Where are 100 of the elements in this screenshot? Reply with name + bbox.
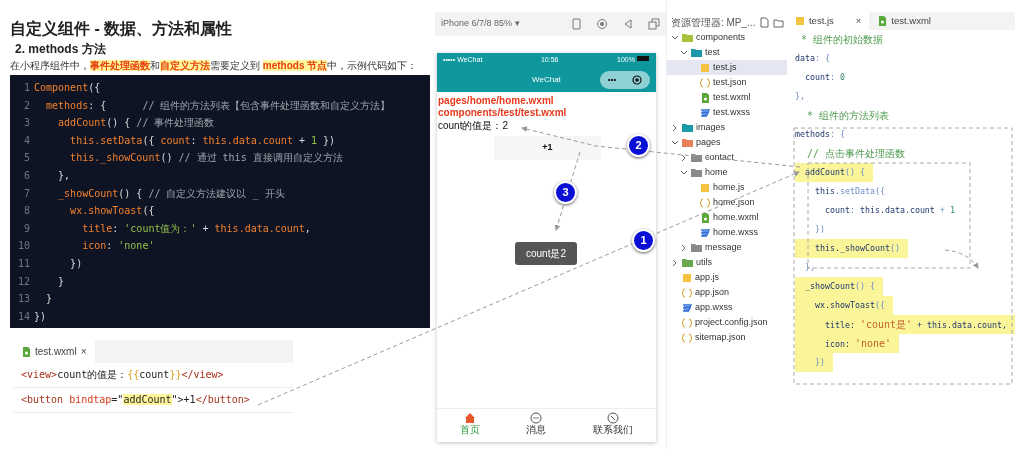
code-line: methods: { <box>795 128 845 141</box>
json-file-icon <box>699 197 710 208</box>
tree-item[interactable]: app.js <box>666 270 787 285</box>
code-line: this._showCount() // 通过 this 直接调用自定义方法 <box>69 151 343 166</box>
folder-icon <box>690 152 702 163</box>
phone-icon <box>570 18 582 30</box>
tree-item[interactable]: images <box>666 120 787 135</box>
tree-item[interactable]: project.config.json <box>666 315 787 330</box>
code-line: icon: 'none' <box>81 239 155 254</box>
code-line: this.setData({ <box>813 185 885 198</box>
code-line: }) <box>69 256 83 271</box>
tree-item[interactable]: sitemap.json <box>666 330 787 345</box>
close-icon[interactable]: × <box>80 344 87 360</box>
code-line: } <box>57 274 65 289</box>
line-number: 12 <box>16 274 31 289</box>
js-file-icon <box>795 16 805 26</box>
folder-icon <box>681 122 693 133</box>
window-icon <box>647 18 660 30</box>
js-file-icon <box>699 62 710 73</box>
tree-item[interactable]: home.wxml <box>666 210 787 225</box>
code-line: }, <box>795 90 805 103</box>
line-number: 5 <box>22 151 31 166</box>
increment-button[interactable]: +1 <box>493 135 601 160</box>
line-number: 10 <box>16 239 31 254</box>
code-line: <button bindtap="addCount">+1</button> <box>13 388 293 414</box>
home-icon <box>464 412 477 424</box>
tab-bar-item[interactable]: 联系我们 <box>586 409 639 442</box>
code-line: wx.showToast({ <box>69 204 155 219</box>
line-number: 6 <box>22 168 31 183</box>
code-line: data: { <box>795 52 830 65</box>
code-line: this.setData({ count: this.data.count + 1 }) <box>69 133 336 148</box>
tree-item[interactable]: components <box>666 30 787 45</box>
phone-icon <box>606 412 619 424</box>
code-line: title: 'count值为：' + this.data.count, <box>81 221 311 236</box>
code-line: methods: { // 组件的方法列表【包含事件处理函数和自定义方法】 <box>45 98 391 113</box>
record-icon <box>595 18 608 30</box>
tree-item[interactable]: home <box>666 165 787 180</box>
tab-bar-item[interactable]: 首页 <box>454 409 487 442</box>
count-text: count的值是：2 <box>436 118 509 132</box>
code-line: _showCount() { // 自定义方法建议以 _ 开头 <box>57 186 285 202</box>
code-line: * 组件的方法列表 <box>806 109 890 123</box>
new-file-icon <box>759 16 770 28</box>
more-menu[interactable]: ••• <box>607 73 617 86</box>
line-number: 14 <box>16 309 31 324</box>
code-line: count: this.data.count + 1 <box>823 204 955 217</box>
tab-label: test.wxml <box>35 345 77 360</box>
tree-item[interactable]: home.js <box>666 180 787 195</box>
section-heading: 2. methods 方法 <box>15 41 107 58</box>
folder-icon <box>690 242 702 253</box>
json-file-icon <box>681 287 692 298</box>
close-icon[interactable]: × <box>855 13 862 29</box>
json-file-icon <box>681 332 692 343</box>
capsule-button[interactable]: ••• <box>599 70 650 89</box>
editor-tab[interactable]: test.wxml <box>869 12 939 30</box>
code-line: <view>count的值是：{{count}}</view> <box>13 363 293 389</box>
tree-item[interactable]: app.wxss <box>666 300 787 315</box>
tree-item[interactable]: test <box>666 45 787 60</box>
line-number: 2 <box>22 98 31 113</box>
page-path: pages/home/home.wxml <box>436 94 555 107</box>
folder-icon <box>681 257 693 268</box>
json-file-icon <box>699 77 710 88</box>
editor-tab[interactable]: test.js × <box>787 12 870 30</box>
folder-icon <box>681 137 693 148</box>
wxml-file-icon <box>699 92 710 103</box>
tree-item[interactable]: test.js <box>666 60 787 75</box>
tree-item[interactable]: home.json <box>666 195 787 210</box>
toast-message: count是2 <box>514 241 577 265</box>
tree-item[interactable]: home.wxss <box>666 225 787 240</box>
tree-item[interactable]: test.json <box>666 75 787 90</box>
js-file-icon <box>699 182 710 193</box>
editor-tab[interactable]: test.wxml × <box>13 340 95 364</box>
code-line: }, <box>57 168 71 183</box>
line-number: 11 <box>16 256 31 271</box>
js-file-icon <box>681 272 692 283</box>
line-number: 9 <box>22 221 31 236</box>
code-line: Component({ <box>34 81 101 95</box>
tree-item[interactable]: pages <box>666 135 787 150</box>
tree-item[interactable]: test.wxss <box>666 105 787 120</box>
battery-icon <box>636 55 650 62</box>
tree-item[interactable]: app.json <box>666 285 787 300</box>
code-line: count: 0 <box>803 71 845 84</box>
wxml-file-icon <box>877 16 888 26</box>
line-number: 7 <box>22 186 31 201</box>
nav-title: WeChat <box>532 73 561 86</box>
tree-item[interactable]: utils <box>666 255 787 270</box>
wxml-file-icon <box>699 212 710 223</box>
tab-bar-item[interactable]: 消息 <box>520 409 553 442</box>
code-line: }) <box>813 223 825 236</box>
line-number: 8 <box>22 204 31 219</box>
tree-item[interactable]: message <box>666 240 787 255</box>
line-number: 3 <box>22 116 31 131</box>
wxml-file-icon <box>21 346 31 357</box>
code-line: * 组件的初始数据 <box>800 33 884 47</box>
code-line: // 点击事件处理函数 <box>806 147 906 161</box>
wxss-file-icon <box>699 107 710 118</box>
explorer-title: 资源管理器: MP_... <box>670 15 756 30</box>
slide-title: 自定义组件 - 数据、方法和属性 <box>10 19 234 39</box>
line-number: 13 <box>16 292 31 307</box>
tree-item[interactable]: contact <box>666 150 787 165</box>
tree-item[interactable]: test.wxml <box>666 90 787 105</box>
